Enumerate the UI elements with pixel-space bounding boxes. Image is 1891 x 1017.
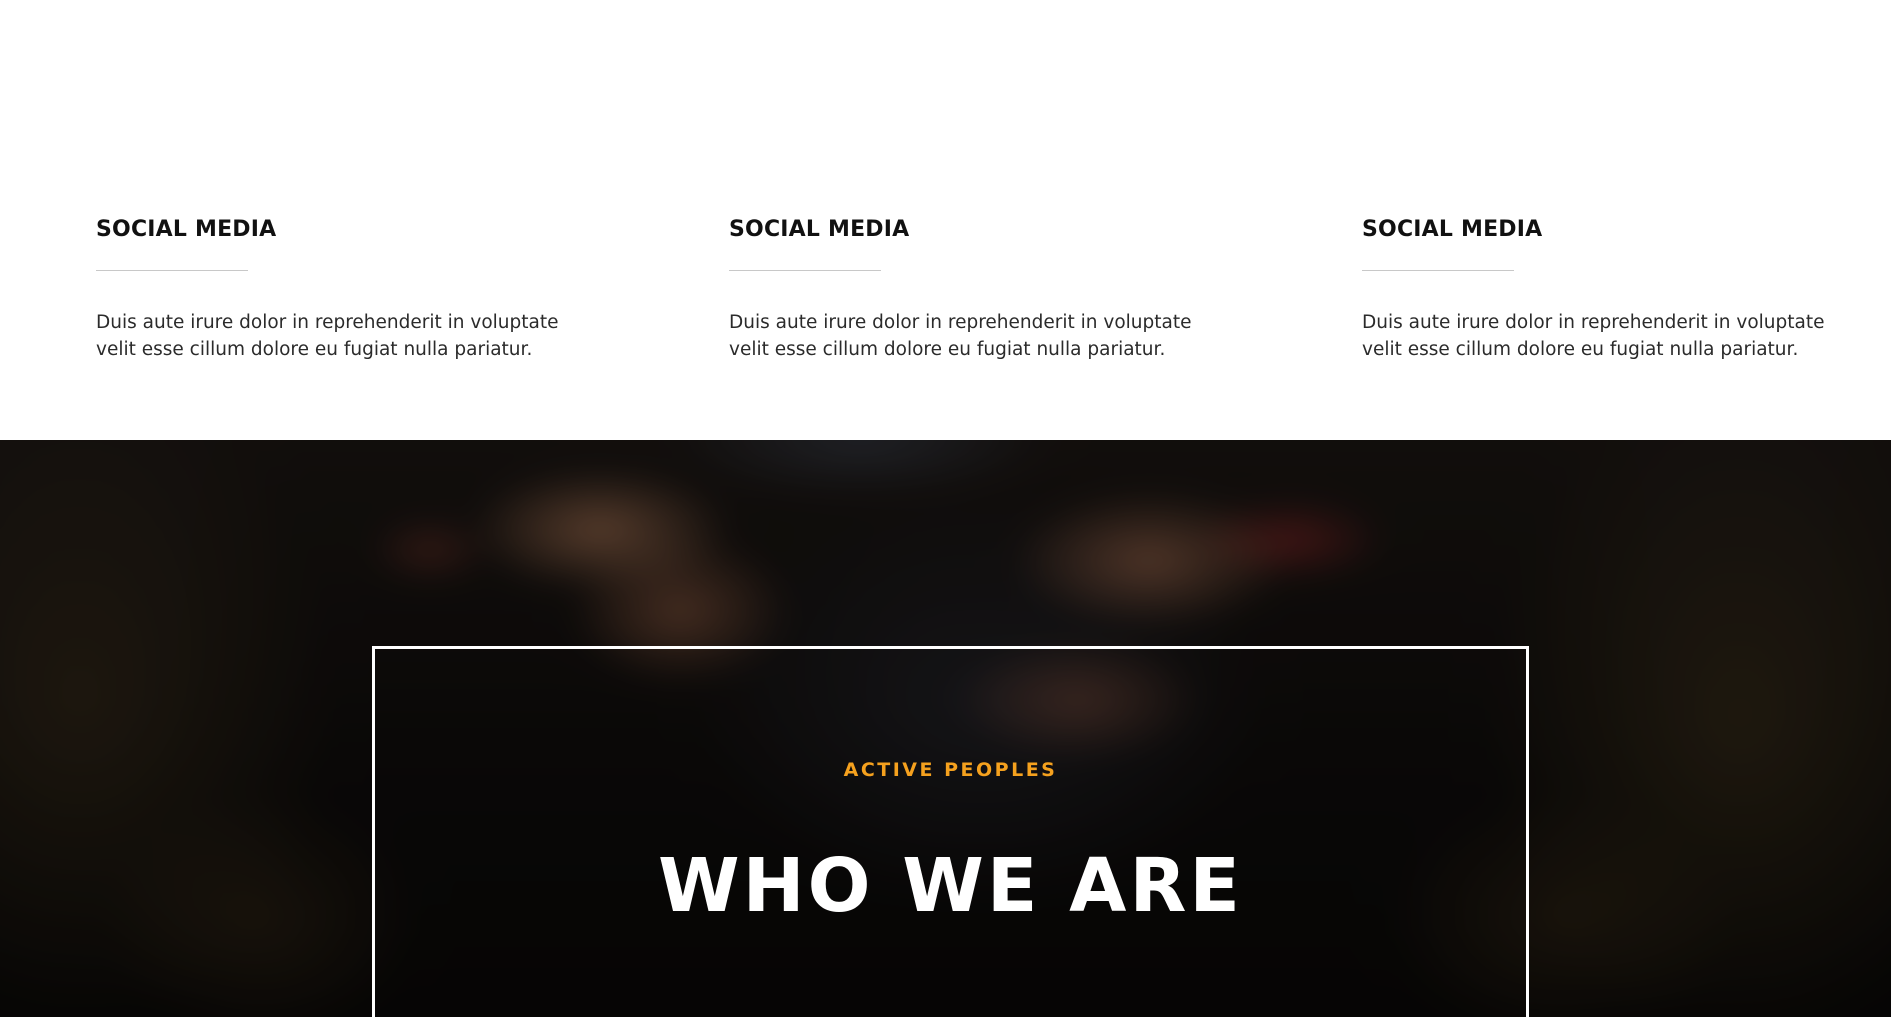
feature-card: SOCIAL MEDIA Duis aute irure dolor in re… xyxy=(1362,216,1882,363)
who-we-are-section: ACTIVE PEOPLES WHO WE ARE xyxy=(0,440,1891,1017)
features-section: SOCIAL MEDIA Duis aute irure dolor in re… xyxy=(0,0,1891,440)
feature-description: Duis aute irure dolor in reprehenderit i… xyxy=(96,312,559,360)
feature-title: SOCIAL MEDIA xyxy=(729,217,910,242)
feature-divider xyxy=(1362,270,1514,271)
feature-title: SOCIAL MEDIA xyxy=(1362,217,1543,242)
feature-card: SOCIAL MEDIA Duis aute irure dolor in re… xyxy=(729,216,1249,363)
hero-frame: ACTIVE PEOPLES WHO WE ARE xyxy=(372,646,1529,1017)
page: SOCIAL MEDIA Duis aute irure dolor in re… xyxy=(0,0,1891,1017)
hero-eyebrow: ACTIVE PEOPLES xyxy=(843,759,1058,781)
feature-description: Duis aute irure dolor in reprehenderit i… xyxy=(1362,312,1825,360)
feature-divider xyxy=(729,270,881,271)
feature-description: Duis aute irure dolor in reprehenderit i… xyxy=(729,312,1192,360)
feature-divider xyxy=(96,270,248,271)
hero-heading: WHO WE ARE xyxy=(658,843,1243,929)
feature-card: SOCIAL MEDIA Duis aute irure dolor in re… xyxy=(96,216,616,363)
feature-title: SOCIAL MEDIA xyxy=(96,217,277,242)
